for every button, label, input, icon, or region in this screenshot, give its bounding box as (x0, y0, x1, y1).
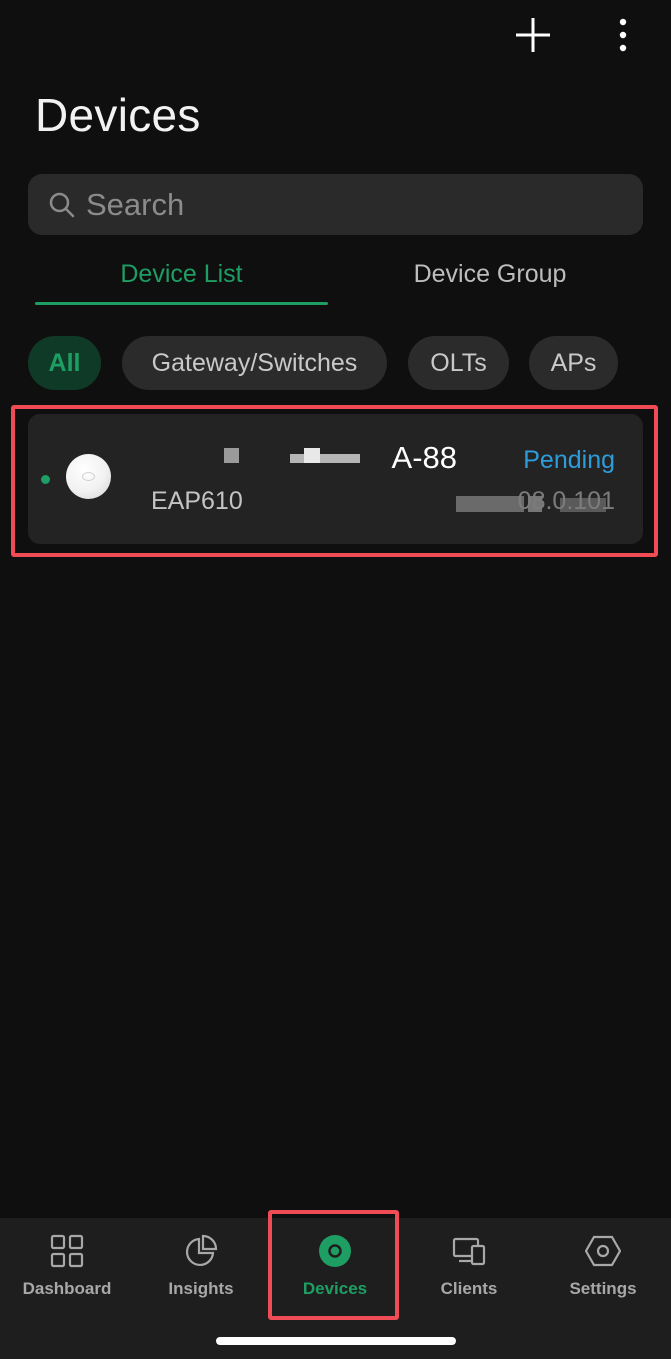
top-bar (0, 0, 671, 70)
devices-circle-icon (316, 1232, 354, 1270)
search-input[interactable]: Search (28, 174, 643, 235)
nav-label-settings: Settings (569, 1279, 637, 1298)
active-tab-indicator (35, 302, 328, 305)
home-indicator (216, 1337, 456, 1345)
redaction-mask (224, 448, 239, 463)
plus-icon (516, 18, 550, 52)
redaction-mask (290, 454, 360, 463)
tab-device-list[interactable]: Device List (35, 260, 328, 289)
filter-chip-gateway-switches[interactable]: Gateway/Switches (122, 336, 387, 390)
redaction-mask (304, 448, 320, 463)
nav-item-clients[interactable]: Clients (402, 1218, 536, 1318)
nav-item-devices[interactable]: Devices (268, 1218, 402, 1318)
device-name: A-88 (391, 440, 457, 475)
more-vertical-icon (619, 18, 627, 52)
nav-label-dashboard: Dashboard (22, 1279, 112, 1298)
nav-label-devices: Devices (302, 1279, 368, 1298)
nav-item-insights[interactable]: Insights (134, 1218, 268, 1318)
nav-label-insights: Insights (168, 1279, 234, 1298)
device-model: EAP610 (151, 487, 243, 515)
filter-chips: All Gateway/Switches OLTs APs (0, 336, 671, 392)
tab-device-group[interactable]: Device Group (342, 260, 638, 289)
nav-label-clients: Clients (440, 1279, 498, 1298)
filter-chip-olts[interactable]: OLTs (408, 336, 509, 390)
nav-item-settings[interactable]: Settings (536, 1218, 670, 1318)
device-ip-address: 08.0.101 (517, 487, 615, 515)
more-options-button[interactable] (605, 12, 641, 58)
pie-chart-icon (182, 1232, 220, 1270)
filter-chip-all[interactable]: All (28, 336, 101, 390)
device-list-item[interactable]: A-88 Pending EAP610 08.0.101 (28, 414, 643, 544)
nav-item-dashboard[interactable]: Dashboard (0, 1218, 134, 1318)
online-status-dot (41, 475, 50, 484)
hexagon-settings-icon (584, 1232, 622, 1270)
device-status-badge: Pending (523, 446, 615, 474)
add-device-button[interactable] (510, 12, 556, 58)
device-tabs: Device List Device Group (0, 250, 671, 308)
search-icon (49, 192, 75, 217)
search-placeholder: Search (86, 186, 185, 222)
dashboard-grid-icon (48, 1232, 86, 1270)
access-point-icon (66, 454, 111, 499)
filter-chip-aps[interactable]: APs (529, 336, 618, 390)
page-title: Devices (35, 89, 201, 141)
redaction-mask (456, 496, 524, 512)
clients-monitor-icon (450, 1232, 488, 1270)
